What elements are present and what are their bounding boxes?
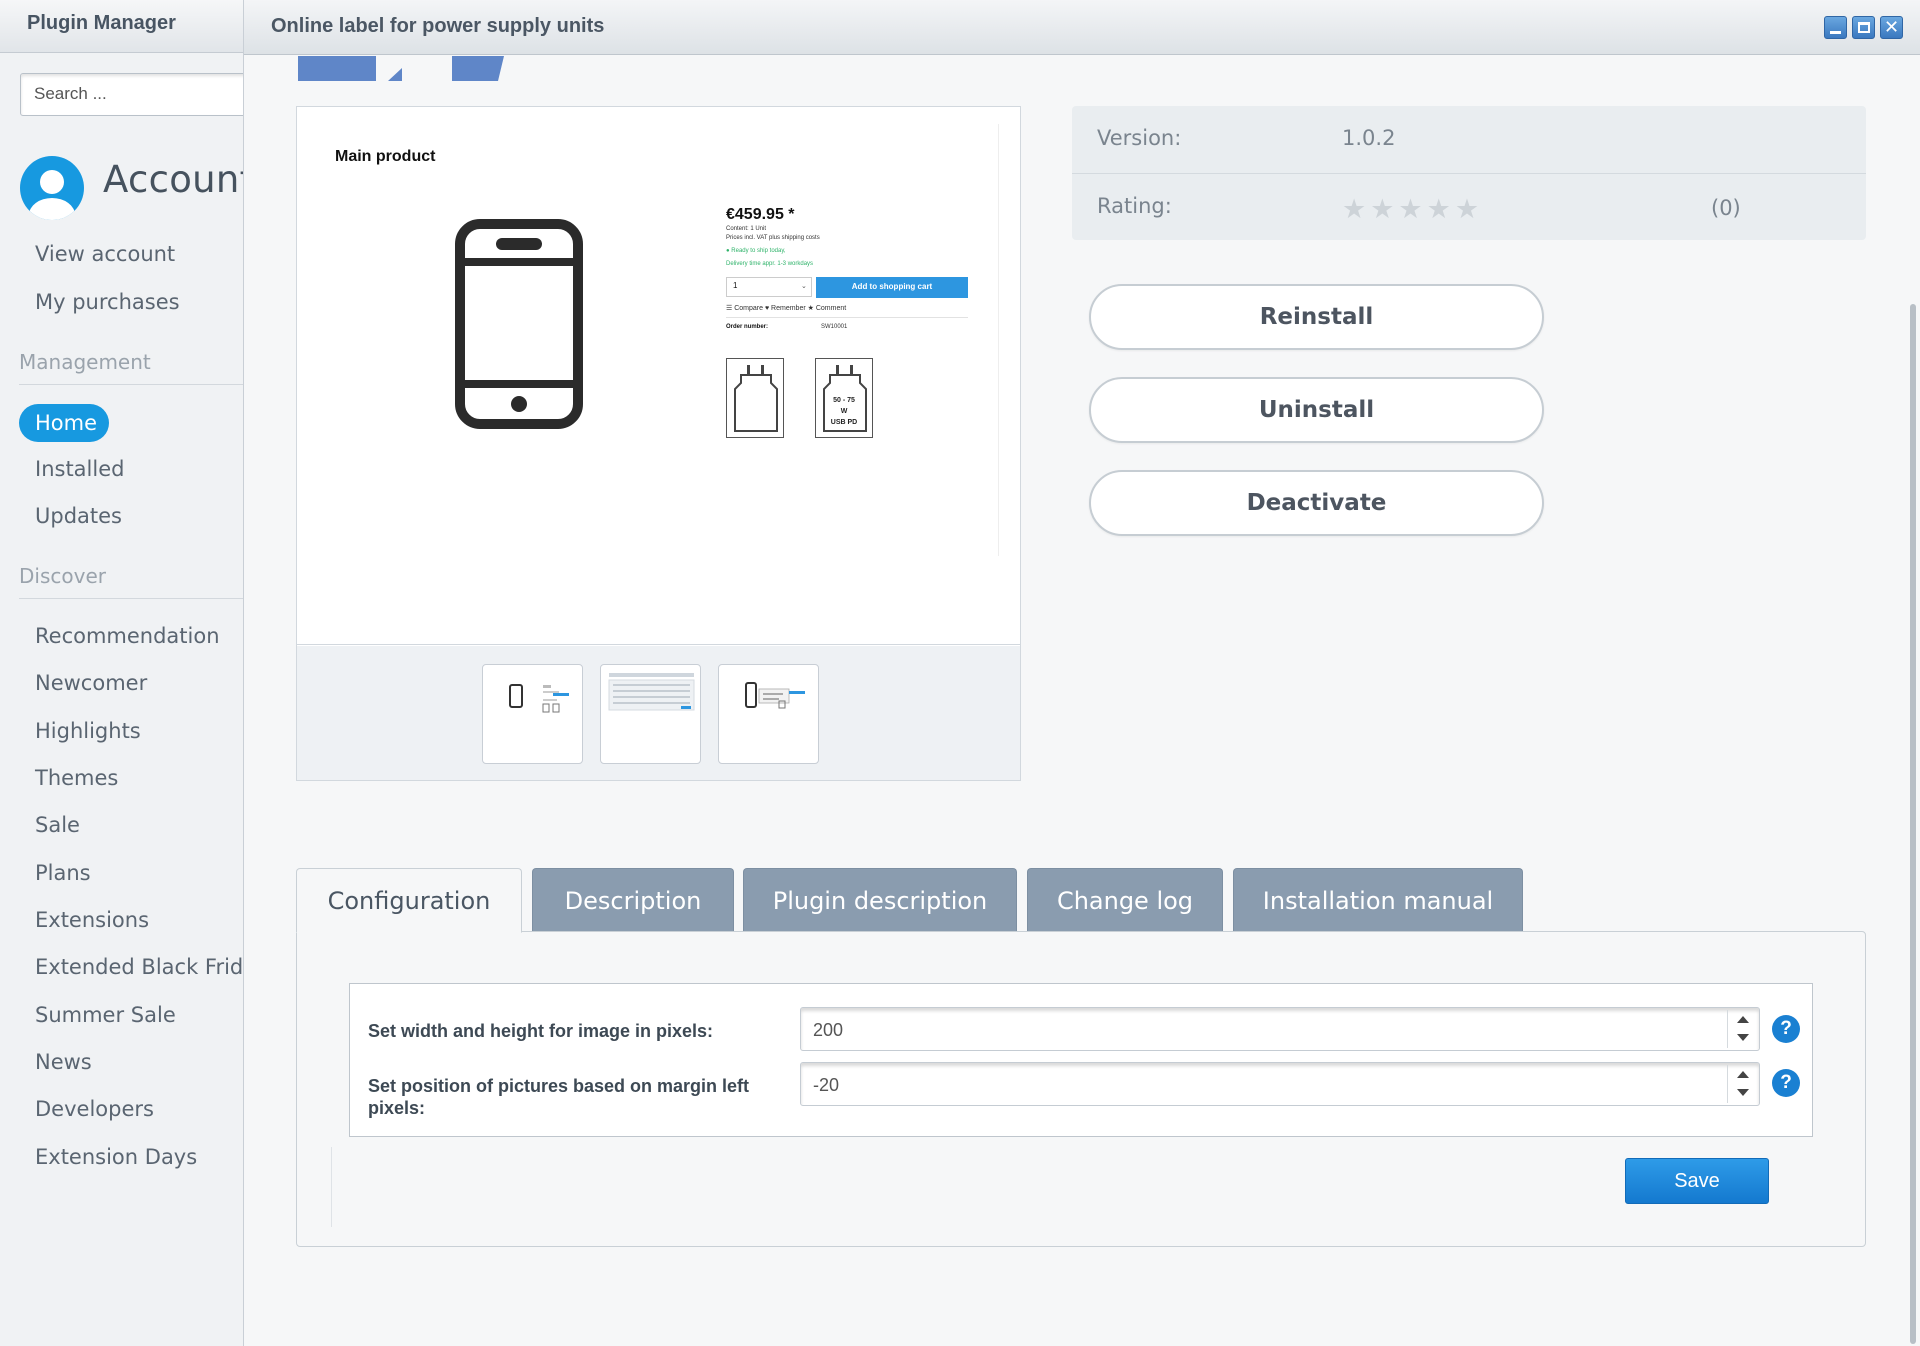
- tab-configuration[interactable]: Configuration: [296, 868, 522, 933]
- width-height-label: Set width and height for image in pixels…: [368, 1021, 714, 1041]
- maximize-button[interactable]: [1852, 16, 1875, 39]
- thumbnail-3[interactable]: [718, 664, 819, 764]
- scrollbar-thumb[interactable]: [1910, 304, 1916, 1344]
- discover-heading: Discover: [19, 564, 106, 588]
- help-icon[interactable]: ?: [1772, 1069, 1800, 1097]
- nav-home[interactable]: Home: [19, 404, 109, 442]
- number-stepper[interactable]: [1727, 1065, 1757, 1103]
- sidebar-title: Plugin Manager: [0, 0, 243, 53]
- thumbnail-1[interactable]: [482, 664, 583, 764]
- margin-left-label: Set position of pictures based on margin…: [368, 1076, 750, 1118]
- margin-left-value: -20: [813, 1075, 840, 1095]
- number-stepper[interactable]: [1727, 1010, 1757, 1048]
- nav-extensions[interactable]: Extensions: [35, 908, 149, 932]
- version-label: Version:: [1097, 126, 1182, 150]
- power-plug-icon: [726, 358, 784, 438]
- nav-installed[interactable]: Installed: [35, 457, 124, 481]
- close-button[interactable]: ✕: [1880, 16, 1903, 39]
- save-button[interactable]: Save: [1625, 1158, 1769, 1204]
- preview-cart-button: Add to shopping cart: [816, 277, 968, 298]
- nav-summer-sale[interactable]: Summer Sale: [35, 1003, 176, 1027]
- preview-delivery: Delivery time appr. 1-3 workdays: [726, 261, 814, 267]
- tab-plugin-description[interactable]: Plugin description: [743, 868, 1017, 932]
- nav-extended-black-friday[interactable]: Extended Black Friday: [35, 955, 243, 979]
- thumbnail-2[interactable]: [600, 664, 701, 764]
- version-row: Version:: [1072, 106, 1866, 173]
- rating-label: Rating:: [1097, 194, 1172, 218]
- preview-content: Content: 1 Unit: [726, 226, 767, 232]
- uninstall-button[interactable]: Uninstall: [1089, 377, 1544, 443]
- preview-order-label: Order number:: [726, 324, 769, 330]
- banner-fragment: [452, 56, 504, 81]
- image-gallery: Main product €459.95 * Content: 1 Unit P…: [296, 106, 1021, 781]
- help-icon[interactable]: ?: [1772, 1015, 1800, 1043]
- arrow-up-icon[interactable]: [1737, 1016, 1749, 1023]
- preview-title: Main product: [335, 148, 436, 165]
- nav-recommendation[interactable]: Recommendation: [35, 624, 220, 648]
- preview-links: ☰ Compare ♥ Remember ★ Comment: [726, 305, 847, 312]
- divider: [19, 598, 243, 599]
- nav-highlights[interactable]: Highlights: [35, 719, 141, 743]
- maximize-icon: [1858, 22, 1870, 33]
- width-height-value: 200: [813, 1020, 844, 1040]
- divider: [19, 384, 243, 385]
- preview-order-value: SW10001: [821, 324, 848, 330]
- nav-themes[interactable]: Themes: [35, 766, 118, 790]
- window-titlebar[interactable]: Online label for power supply units ✕: [244, 0, 1920, 55]
- plugin-manager-sidebar: Plugin Manager Search ... Account View a…: [0, 0, 244, 1346]
- form-footer: [331, 1147, 1833, 1227]
- close-icon: ✕: [1883, 17, 1900, 38]
- tab-change-log[interactable]: Change log: [1027, 868, 1223, 932]
- tab-description[interactable]: Description: [532, 868, 734, 932]
- nav-newcomer[interactable]: Newcomer: [35, 671, 147, 695]
- nav-sale[interactable]: Sale: [35, 813, 80, 837]
- preview-prices-note: Prices incl. VAT plus shipping costs: [726, 235, 820, 241]
- rating-count: (0): [1711, 196, 1741, 220]
- width-height-input[interactable]: 200: [800, 1007, 1760, 1051]
- reinstall-button[interactable]: Reinstall: [1089, 284, 1544, 350]
- nav-plans[interactable]: Plans: [35, 861, 91, 885]
- window-title: Online label for power supply units: [271, 15, 605, 37]
- rating-stars-icon: ★★★★★: [1342, 194, 1484, 225]
- plugin-detail-window: Online label for power supply units ✕ Ma…: [244, 0, 1920, 1346]
- divider: [726, 317, 968, 318]
- gallery-thumbnails: [297, 646, 1020, 780]
- chevron-down-icon: ⌄: [801, 282, 807, 290]
- gallery-main-image[interactable]: Main product €459.95 * Content: 1 Unit P…: [297, 107, 1020, 645]
- preview-ready: ● Ready to ship today,: [726, 248, 786, 254]
- arrow-up-icon[interactable]: [1737, 1071, 1749, 1078]
- version-value: 1.0.2: [1342, 126, 1396, 150]
- minimize-button[interactable]: [1824, 16, 1847, 39]
- nav-developers[interactable]: Developers: [35, 1097, 154, 1121]
- management-heading: Management: [19, 350, 151, 374]
- smartphone-icon: [455, 219, 583, 429]
- minimize-icon: [1830, 31, 1841, 34]
- account-title: Account: [103, 158, 244, 201]
- config-form: Set width and height for image in pixels…: [349, 983, 1813, 1137]
- search-input[interactable]: Search ...: [20, 73, 243, 116]
- plug-wattage-label: 50 - 75 W USB PD: [830, 397, 858, 426]
- banner-fragment: [298, 56, 376, 81]
- margin-left-input[interactable]: -20: [800, 1062, 1760, 1106]
- nav-view-account[interactable]: View account: [35, 242, 175, 266]
- tab-installation-manual[interactable]: Installation manual: [1233, 868, 1523, 932]
- banner-fragment: [388, 68, 402, 81]
- nav-my-purchases[interactable]: My purchases: [35, 290, 180, 314]
- nav-extension-days[interactable]: Extension Days: [35, 1145, 197, 1169]
- product-preview: Main product €459.95 * Content: 1 Unit P…: [313, 124, 999, 556]
- deactivate-button[interactable]: Deactivate: [1089, 470, 1544, 536]
- power-plug-label-icon: 50 - 75 W USB PD: [815, 358, 873, 438]
- nav-updates[interactable]: Updates: [35, 504, 122, 528]
- preview-price: €459.95 *: [726, 206, 795, 223]
- nav-news[interactable]: News: [35, 1050, 92, 1074]
- arrow-down-icon[interactable]: [1737, 1034, 1749, 1041]
- preview-qty: 1: [726, 277, 812, 297]
- account-avatar-icon[interactable]: [20, 156, 84, 220]
- arrow-down-icon[interactable]: [1737, 1089, 1749, 1096]
